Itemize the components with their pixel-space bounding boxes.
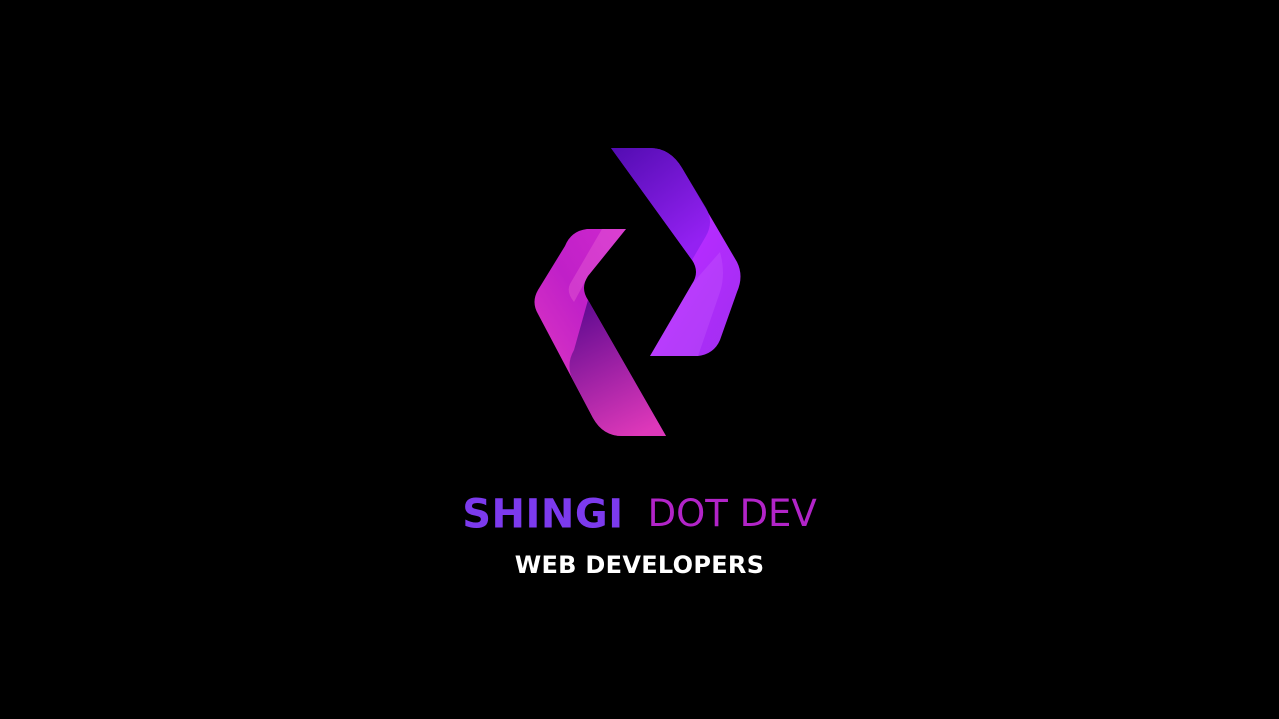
splash-screen: SHINGI DOT DEV WEB DEVELOPERS xyxy=(0,0,1279,719)
brand-wordmark: SHINGI DOT DEV xyxy=(0,488,1279,540)
brand-name-secondary: DOT DEV xyxy=(647,492,817,536)
brand-name-primary: SHINGI xyxy=(462,491,624,538)
diamond-chevron-logo-icon xyxy=(534,148,741,436)
brand-tagline: WEB DEVELOPERS xyxy=(514,551,765,579)
